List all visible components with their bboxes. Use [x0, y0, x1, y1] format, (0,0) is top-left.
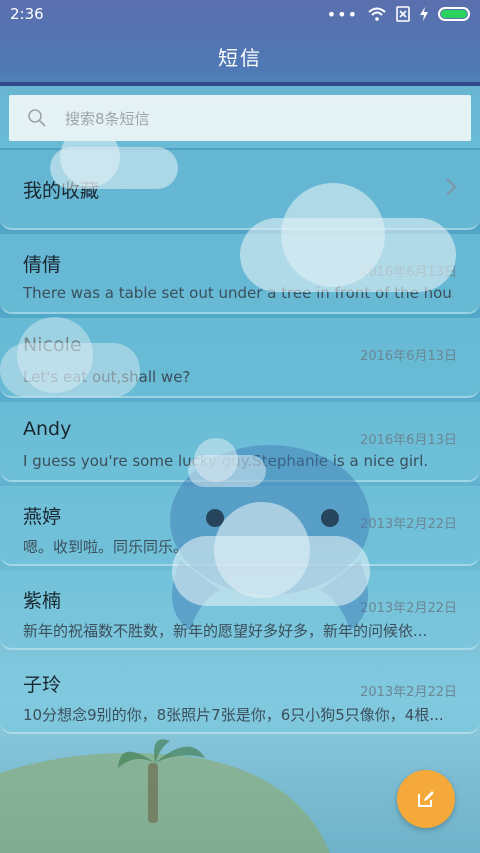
- contact-name: 子玲: [23, 674, 62, 696]
- conversation-row[interactable]: 子玲 2013年2月22日 10分想念9别的你，8张照片7张是你，6只小狗5只像…: [0, 654, 480, 734]
- message-preview: 10分想念9别的你，8张照片7张是你，6只小狗5只像你，4根...: [23, 706, 444, 724]
- conversation-row[interactable]: Nicole 2016年6月13日 Let's eat out,shall we…: [0, 318, 480, 398]
- favorites-label: 我的收藏: [23, 180, 100, 202]
- contact-name: 倩倩: [23, 254, 62, 276]
- message-preview: I guess you're some lucky guy.Stephanie …: [23, 452, 429, 470]
- app-header: 短信: [0, 28, 480, 84]
- message-date: 2013年2月22日: [360, 601, 457, 616]
- contact-name: Nicole: [23, 334, 82, 356]
- search-area: 搜索8条短信: [0, 86, 480, 148]
- message-preview: There was a table set out under a tree i…: [23, 284, 453, 302]
- message-date: 2016年6月13日: [360, 433, 457, 448]
- message-preview: 新年的祝福数不胜数，新年的愿望好多好多，新年的问候依...: [23, 622, 428, 640]
- search-input[interactable]: 搜索8条短信: [9, 95, 471, 141]
- conversation-row[interactable]: 燕婷 2013年2月22日 嗯。收到啦。同乐同乐。: [0, 486, 480, 566]
- message-date: 2013年2月22日: [360, 685, 457, 700]
- conversation-row[interactable]: 紫楠 2013年2月22日 新年的祝福数不胜数，新年的愿望好多好多，新年的问候依…: [0, 570, 480, 650]
- wifi-icon: [368, 7, 386, 21]
- contact-name: 紫楠: [23, 590, 62, 612]
- message-date: 2013年2月22日: [360, 517, 457, 532]
- contact-name: Andy: [23, 418, 72, 440]
- compose-button[interactable]: [397, 770, 455, 828]
- page-title: 短信: [218, 45, 262, 70]
- message-date: 2016年6月13日: [360, 349, 457, 364]
- battery-icon: [438, 7, 470, 21]
- charging-icon: [420, 7, 428, 21]
- message-preview: Let's eat out,shall we?: [23, 368, 191, 386]
- search-placeholder: 搜索8条短信: [65, 109, 150, 128]
- conversation-row[interactable]: Andy 2016年6月13日 I guess you're some luck…: [0, 402, 480, 482]
- message-date: 2016年6月13日: [360, 265, 457, 280]
- conversation-row[interactable]: 倩倩 2016年6月13日 There was a table set out …: [0, 234, 480, 314]
- dots-icon: •••: [326, 4, 358, 24]
- search-icon: [28, 109, 46, 127]
- no-sim-icon: [396, 6, 410, 22]
- edit-icon: [418, 791, 434, 807]
- message-preview: 嗯。收到啦。同乐同乐。: [23, 538, 189, 556]
- chevron-right-icon: [446, 178, 457, 196]
- favorites-row[interactable]: 我的收藏: [0, 150, 480, 230]
- contact-name: 燕婷: [23, 506, 62, 528]
- status-bar: 2:36 •••: [0, 0, 480, 28]
- status-time: 2:36: [10, 5, 44, 23]
